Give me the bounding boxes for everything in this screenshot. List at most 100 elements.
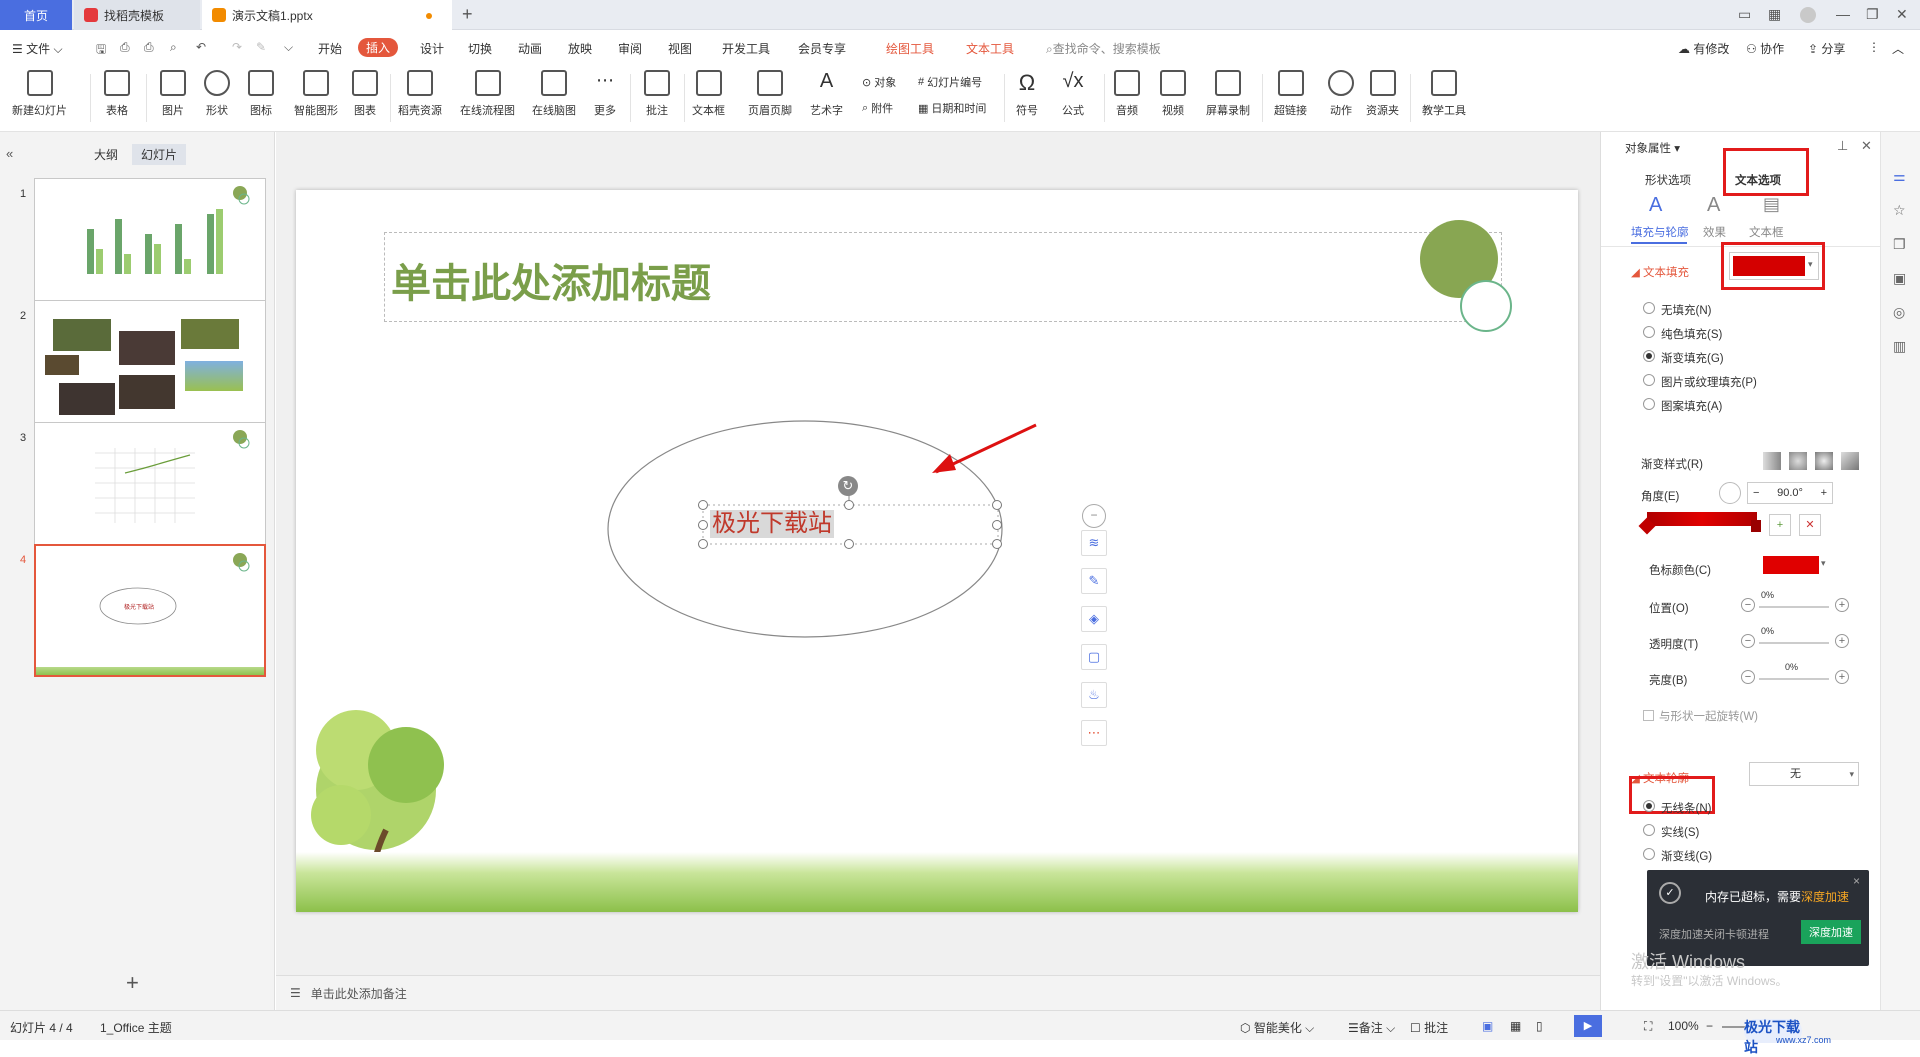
online-mindmap-button[interactable]: 在线脑图 — [532, 70, 576, 118]
notes-toggle-button[interactable]: ☰备注 ⌵ — [1348, 1019, 1395, 1036]
resize-handle[interactable] — [992, 520, 1002, 530]
panel-header[interactable]: 对象属性 ▾ — [1625, 140, 1680, 156]
text-fill-section[interactable]: ◢ 文本填充 — [1631, 264, 1689, 280]
menu-animation[interactable]: 动画 — [518, 40, 542, 57]
increase-icon[interactable]: + — [1835, 598, 1849, 612]
menu-slideshow[interactable]: 放映 — [568, 40, 592, 57]
notes-bar[interactable]: ☰ 单击此处添加备注 — [276, 975, 1600, 1010]
tab-textbox[interactable]: 文本框 — [1749, 224, 1784, 240]
lightbulb-icon[interactable]: ♨ — [1081, 682, 1107, 708]
audio-button[interactable]: 音频 — [1114, 70, 1140, 118]
resize-handle[interactable] — [698, 500, 708, 510]
datetime-button[interactable]: ▦ 日期和时间 — [918, 100, 986, 116]
command-search[interactable]: ⌕查找命令、搜索模板 — [1046, 40, 1161, 57]
close-panel-icon[interactable]: ✕ — [1861, 138, 1872, 154]
apps-grid-icon[interactable]: ▦ — [1768, 6, 1781, 23]
slide-thumbnail-4[interactable]: 极光下载站 — [34, 544, 266, 677]
zoom-level[interactable]: 100% — [1668, 1019, 1699, 1033]
share-button[interactable]: ⇪ 分享 — [1808, 40, 1845, 57]
increment-icon[interactable]: + — [1821, 487, 1827, 499]
avatar[interactable] — [1800, 7, 1816, 23]
radio-solid-fill[interactable] — [1643, 326, 1655, 338]
comment-toggle-button[interactable]: ☐ 批注 — [1410, 1019, 1448, 1036]
resize-handle[interactable] — [844, 539, 854, 549]
icon-button[interactable]: 图标 — [248, 70, 274, 118]
image-icon[interactable]: ▣ — [1893, 270, 1906, 287]
properties-icon[interactable]: ⚌ — [1893, 168, 1906, 185]
slide-thumbnail-3[interactable] — [34, 422, 266, 555]
textbox-button[interactable]: 文本框 — [692, 70, 725, 118]
tab-home[interactable]: 首页 — [0, 0, 72, 30]
menu-view[interactable]: 视图 — [668, 40, 692, 57]
radio-pattern-fill[interactable] — [1643, 398, 1655, 410]
format-painter-icon[interactable]: ✎ — [256, 40, 266, 54]
export-pdf-icon[interactable]: ⎙ — [120, 40, 130, 55]
brightness-slider[interactable] — [1759, 678, 1829, 680]
restore-icon[interactable]: ❐ — [1866, 6, 1879, 23]
smart-beautify-button[interactable]: ⬡ 智能美化 ⌵ — [1240, 1019, 1314, 1036]
print-icon[interactable]: ⎙ — [144, 40, 154, 55]
rotate-with-shape-checkbox[interactable] — [1643, 710, 1654, 721]
rotate-handle-icon[interactable]: ↻ — [838, 476, 858, 496]
animation-star-icon[interactable]: ☆ — [1893, 202, 1906, 219]
has-changes-button[interactable]: ☁ 有修改 — [1678, 40, 1729, 57]
object-button[interactable]: ⊙ 对象 — [862, 74, 896, 90]
tab-template[interactable]: 找稻壳模板 — [74, 0, 200, 30]
redo-icon[interactable]: ↷ — [232, 40, 242, 54]
action-button[interactable]: 动作 — [1328, 70, 1354, 118]
notification-close-button[interactable]: × — [1853, 874, 1860, 888]
reading-view-icon[interactable]: ▯ — [1536, 1019, 1543, 1033]
chart-button[interactable]: 图表 — [352, 70, 378, 118]
stop-color-swatch[interactable] — [1763, 556, 1819, 574]
outline-dropdown[interactable]: 无 ▾ — [1749, 762, 1859, 786]
picture-button[interactable]: 图片 — [160, 70, 186, 118]
decrement-icon[interactable]: − — [1753, 487, 1759, 499]
add-gradient-stop-icon[interactable]: + — [1769, 514, 1791, 536]
symbol-button[interactable]: Ω 符号 — [1014, 70, 1040, 118]
gradient-stop-right[interactable] — [1751, 520, 1761, 532]
header-footer-button[interactable]: 页眉页脚 — [748, 70, 792, 118]
decrease-icon[interactable]: − — [1741, 670, 1755, 684]
print-preview-icon[interactable]: ⌕ — [170, 40, 177, 55]
frame-icon[interactable]: ▢ — [1081, 644, 1107, 670]
save-icon[interactable]: 🖫 — [96, 40, 106, 61]
slide-number-button[interactable]: # 幻灯片编号 — [918, 74, 982, 90]
transparency-slider[interactable] — [1759, 642, 1829, 644]
hyperlink-button[interactable]: 超链接 — [1274, 70, 1307, 118]
pen-icon[interactable]: ✎ — [1081, 568, 1107, 594]
resize-handle[interactable] — [992, 500, 1002, 510]
comment-button[interactable]: 批注 — [644, 70, 670, 118]
slide-thumbnail-1[interactable] — [34, 178, 266, 311]
shape-button[interactable]: 形状 — [204, 70, 230, 118]
minimize-icon[interactable]: — — [1836, 6, 1850, 22]
deep-accelerate-button[interactable]: 深度加速 — [1801, 920, 1861, 944]
new-slide-button[interactable]: 新建幻灯片 — [12, 70, 67, 118]
table-button[interactable]: 表格 — [104, 70, 130, 118]
close-icon[interactable]: ✕ — [1896, 6, 1908, 23]
formula-button[interactable]: √x 公式 — [1060, 70, 1086, 118]
delete-gradient-stop-icon[interactable]: ✕ — [1799, 514, 1821, 536]
tab-outline[interactable]: 大纲 — [94, 146, 118, 163]
menu-developer[interactable]: 开发工具 — [722, 40, 770, 57]
gradient-path-icon[interactable] — [1841, 452, 1859, 470]
location-icon[interactable]: ◎ — [1893, 304, 1905, 321]
dropdown-arrow-icon[interactable]: ▾ — [1821, 558, 1826, 569]
menu-member[interactable]: 会员专享 — [798, 40, 846, 57]
smart-art-button[interactable]: 智能图形 — [294, 70, 338, 118]
radio-picture-fill[interactable] — [1643, 374, 1655, 386]
wordart-button[interactable]: A 艺术字 — [810, 70, 843, 118]
tab-fill-outline[interactable]: 填充与轮廓 — [1631, 224, 1689, 240]
resize-handle[interactable] — [698, 539, 708, 549]
play-slideshow-button[interactable]: ▶ — [1574, 1015, 1602, 1037]
more-button[interactable]: ⋯ 更多 — [592, 70, 618, 118]
teaching-tools-button[interactable]: 教学工具 — [1422, 70, 1466, 118]
fill-bucket-icon[interactable]: ◈ — [1081, 606, 1107, 632]
more-tools-icon[interactable]: ⋯ — [1081, 720, 1107, 746]
fit-window-icon[interactable]: ⛶ — [1644, 1019, 1652, 1034]
resize-handle[interactable] — [992, 539, 1002, 549]
menu-review[interactable]: 审阅 — [618, 40, 642, 57]
video-button[interactable]: 视频 — [1160, 70, 1186, 118]
book-icon[interactable]: ▥ — [1893, 338, 1906, 355]
tab-shape-options[interactable]: 形状选项 — [1645, 172, 1691, 188]
quick-access-more-icon[interactable]: ⌵ — [284, 40, 293, 55]
